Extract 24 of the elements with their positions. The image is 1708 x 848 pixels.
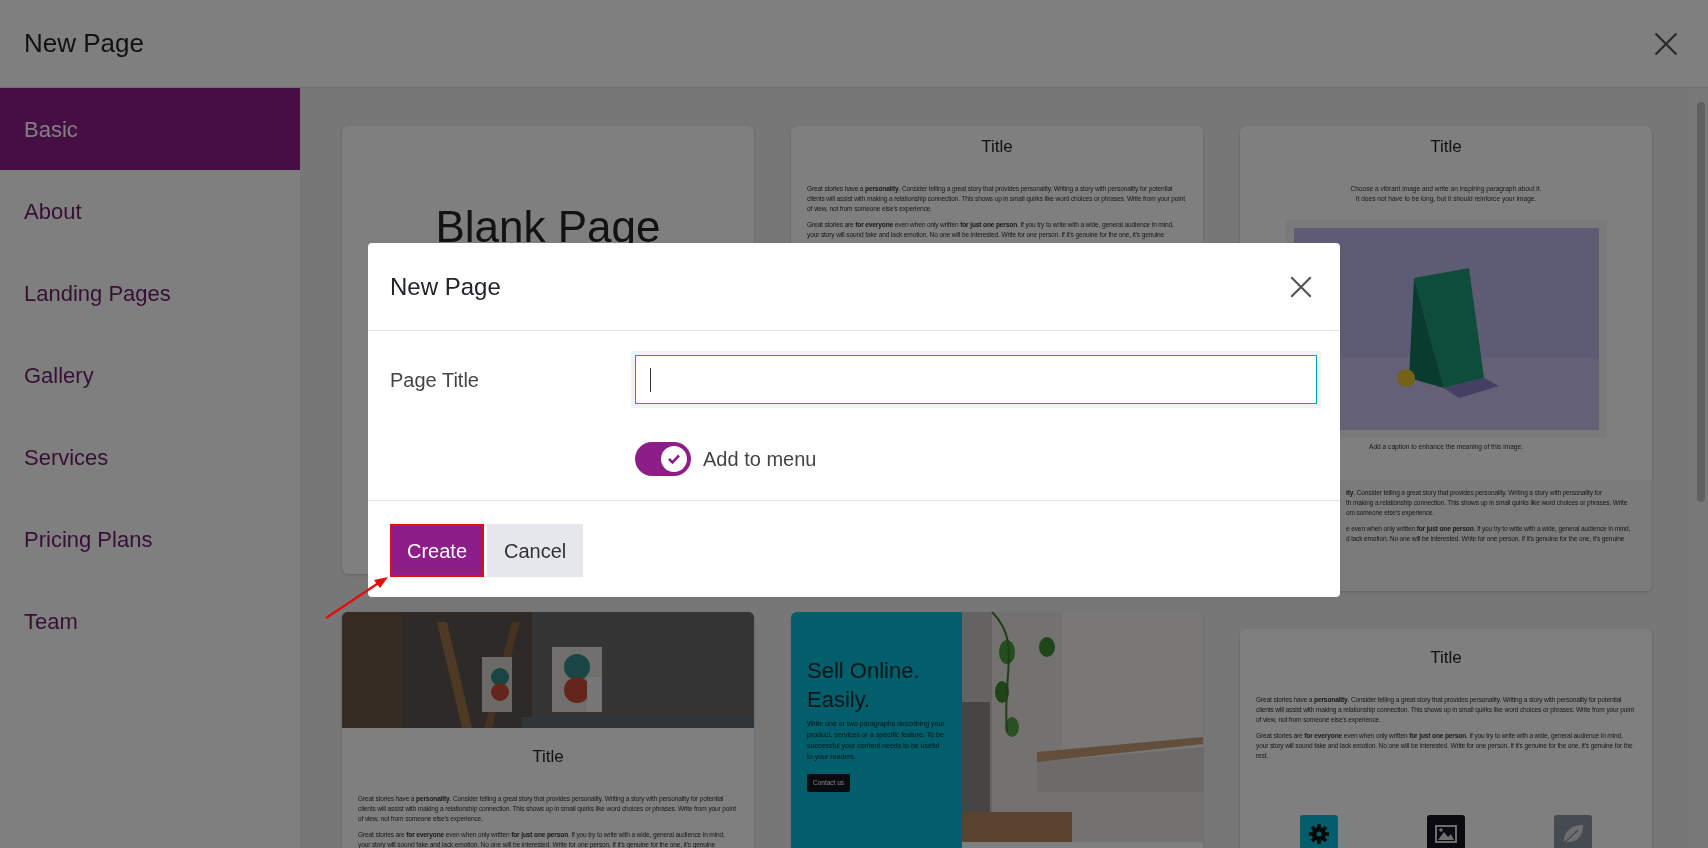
- gear-icon: [1300, 814, 1339, 848]
- promo-heading: Sell Online. Easily.: [807, 657, 921, 714]
- sidebar-item[interactable]: Gallery: [0, 334, 300, 416]
- toggle-label: Add to menu: [703, 447, 817, 472]
- sidebar-item[interactable]: Team: [0, 580, 300, 662]
- sidebar-item[interactable]: Pricing Plans: [0, 498, 300, 580]
- sidebar-item[interactable]: About: [0, 170, 300, 252]
- create-button[interactable]: Create: [390, 524, 485, 577]
- field-label: Page Title: [390, 367, 480, 393]
- dialog-title: New Page: [390, 271, 501, 302]
- toggle-switch[interactable]: [635, 442, 691, 476]
- template-title: Title: [1429, 647, 1463, 669]
- sidebar-item[interactable]: Landing Pages: [0, 252, 300, 334]
- template-title: Title: [531, 746, 565, 768]
- sidebar-item[interactable]: Services: [0, 416, 300, 498]
- sidebar-item[interactable]: Basic: [0, 88, 300, 170]
- template-title: Title: [1430, 136, 1462, 158]
- check-icon: [667, 452, 681, 466]
- text-cursor: [650, 368, 651, 392]
- template-title: Title: [980, 136, 1014, 158]
- cancel-button[interactable]: Cancel: [487, 524, 584, 577]
- image-icon: [1427, 814, 1465, 848]
- leaf-icon: [1553, 814, 1592, 848]
- window-title: New Page: [24, 27, 144, 60]
